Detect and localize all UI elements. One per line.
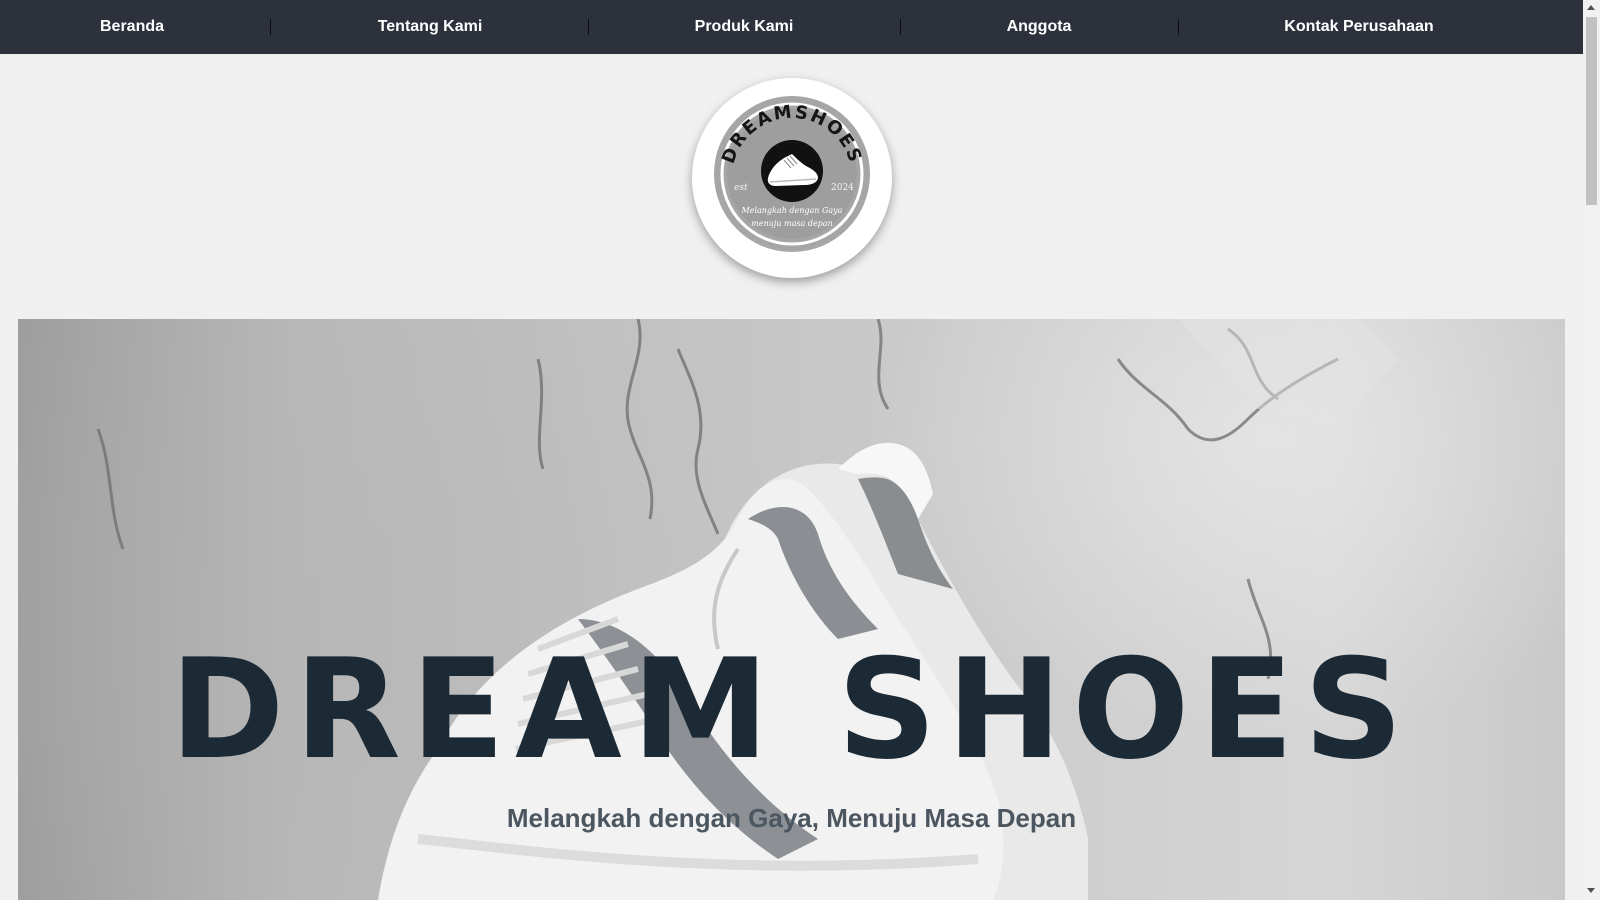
scroll-thumb[interactable] (1586, 17, 1597, 205)
nav-divider (270, 19, 271, 35)
scroll-up-arrow-icon[interactable] (1587, 5, 1595, 10)
scroll-down-arrow-icon[interactable] (1587, 888, 1595, 893)
logo-badge-icon: DREAMSHOES est 2024 Melangkah dengan Gay… (714, 96, 870, 252)
logo-tagline-line2: menuju masa depan (751, 219, 832, 228)
nav-divider (588, 19, 589, 35)
top-navbar: Beranda Tentang Kami Produk Kami Anggota… (0, 0, 1583, 54)
nav-divider (900, 19, 901, 35)
nav-divider (1178, 19, 1179, 35)
page-scrollbar[interactable] (1583, 0, 1600, 900)
nav-produk-kami-link[interactable]: Produk Kami (695, 0, 794, 54)
nav-beranda-link[interactable]: Beranda (100, 0, 164, 54)
nav-anggota-link[interactable]: Anggota (1007, 0, 1072, 54)
logo-tagline-line1: Melangkah dengan Gaya (741, 206, 843, 215)
brand-logo: DREAMSHOES est 2024 Melangkah dengan Gay… (692, 78, 892, 278)
logo-year-text: 2024 (831, 183, 854, 193)
logo-est-text: est (734, 183, 748, 193)
hero-title: DREAM SHOES (169, 629, 1414, 790)
nav-kontak-perusahaan-link[interactable]: Kontak Perusahaan (1284, 0, 1433, 54)
hero-banner: DREAM SHOES Melangkah dengan Gaya, Menuj… (18, 319, 1565, 900)
hero-subtitle: Melangkah dengan Gaya, Menuju Masa Depan (506, 803, 1077, 833)
nav-tentang-kami-link[interactable]: Tentang Kami (378, 0, 483, 54)
